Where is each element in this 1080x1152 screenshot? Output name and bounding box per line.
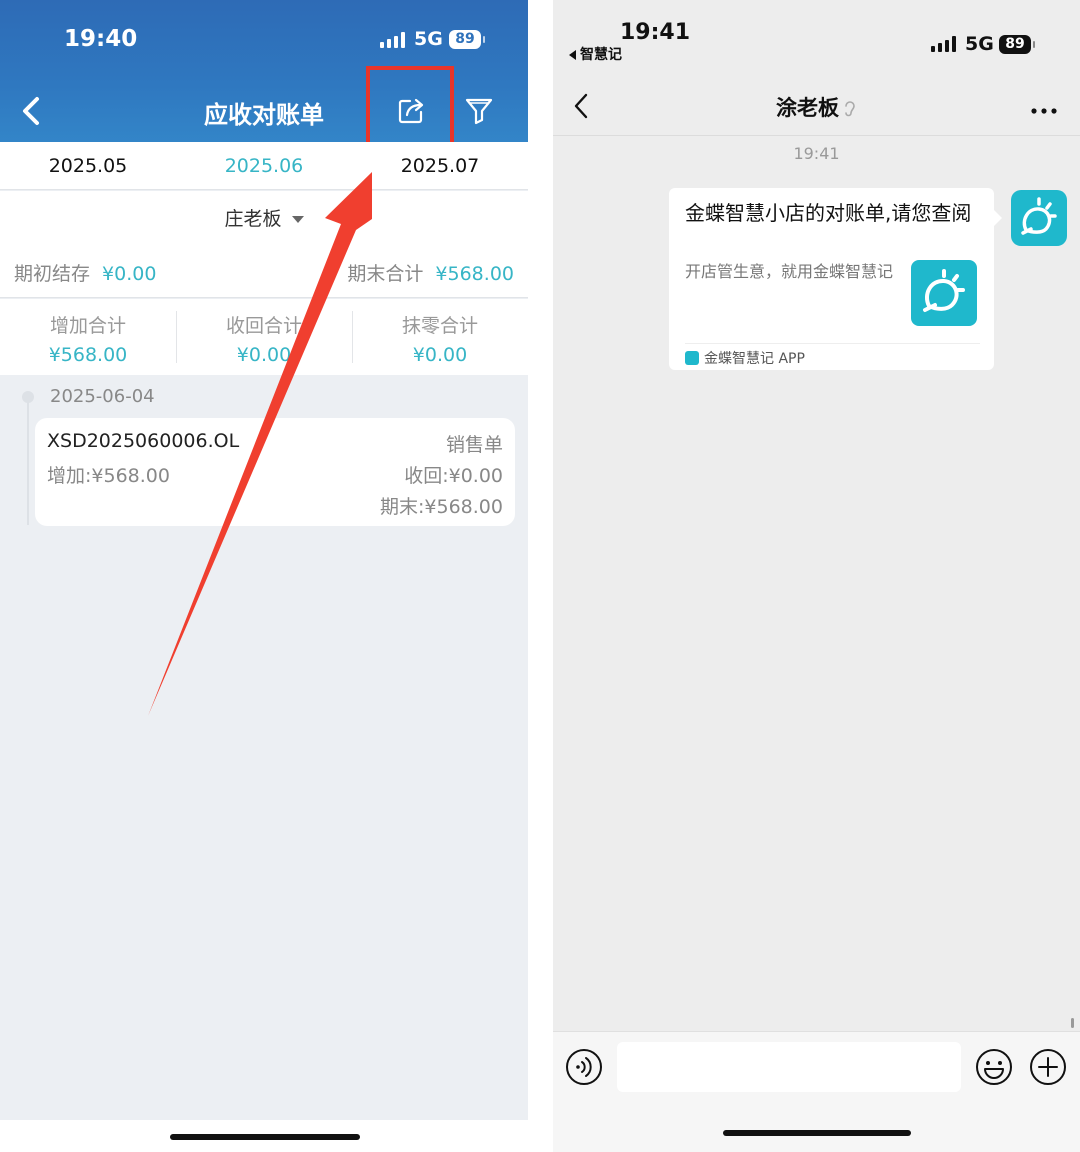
plus-button[interactable] bbox=[1029, 1048, 1067, 1090]
signal-icon bbox=[931, 36, 956, 52]
source-app-icon bbox=[685, 351, 699, 365]
emoji-button[interactable] bbox=[975, 1048, 1013, 1090]
timeline-date: 2025-06-04 bbox=[50, 386, 155, 407]
caret-down-icon bbox=[291, 216, 304, 223]
opening-label: 期初结存 bbox=[14, 263, 91, 285]
status-time: 19:40 bbox=[64, 26, 138, 52]
share-highlight-annotation bbox=[366, 66, 454, 154]
closing-label: 期末合计 bbox=[347, 263, 424, 285]
source-label: 金蝶智慧记 APP bbox=[704, 351, 805, 367]
statement-screen: 19:40 5G 89 应收对账单 2025.05 2025.06 2025.0… bbox=[0, 0, 528, 1152]
summary-label: 收回合计 bbox=[225, 315, 302, 337]
summary-value: ¥0.00 bbox=[412, 344, 468, 366]
scrollbar[interactable] bbox=[1071, 1018, 1074, 1028]
chat-header: 19:41 智慧记 5G 89 涂老板 bbox=[553, 0, 1080, 136]
card-title: 金蝶智慧小店的对账单,请您查阅 bbox=[685, 201, 972, 225]
summary-row: 增加合计 ¥568.00 收回合计 ¥0.00 抹零合计 ¥0.00 bbox=[0, 299, 528, 375]
back-triangle-icon bbox=[569, 50, 576, 60]
record-type: 销售单 bbox=[445, 434, 503, 456]
summary-label: 增加合计 bbox=[49, 315, 126, 337]
tab-month-current[interactable]: 2025.06 bbox=[176, 142, 352, 189]
more-button[interactable] bbox=[1031, 100, 1057, 119]
back-app-label: 智慧记 bbox=[580, 47, 622, 63]
summary-value: ¥568.00 bbox=[48, 344, 128, 366]
summary-rounding: 抹零合计 ¥0.00 bbox=[352, 299, 528, 375]
summary-value: ¥0.00 bbox=[236, 344, 292, 366]
customer-name: 庄老板 bbox=[224, 208, 282, 230]
tab-month-prev[interactable]: 2025.05 bbox=[0, 142, 176, 189]
record-ending: 期末:¥568.00 bbox=[380, 496, 503, 518]
tab-month-next[interactable]: 2025.07 bbox=[352, 142, 528, 189]
filter-icon bbox=[465, 98, 493, 125]
card-divider bbox=[685, 343, 980, 344]
balance-row: 期初结存 ¥0.00 期末合计 ¥568.00 bbox=[0, 247, 528, 298]
network-type: 5G bbox=[414, 28, 443, 50]
timeline-line bbox=[27, 395, 29, 525]
home-indicator[interactable] bbox=[723, 1130, 911, 1136]
shared-link-card[interactable]: 金蝶智慧小店的对账单,请您查阅 开店管生意，就用金蝶智慧记 金蝶智慧记 APP bbox=[669, 188, 1002, 370]
chat-input-bar bbox=[553, 1031, 1080, 1152]
emoji-icon bbox=[976, 1049, 1012, 1085]
record-received: 收回:¥0.00 bbox=[404, 465, 503, 487]
sender-avatar[interactable] bbox=[1011, 190, 1067, 246]
month-tabs: 2025.05 2025.06 2025.07 bbox=[0, 142, 528, 190]
summary-label: 抹零合计 bbox=[401, 315, 478, 337]
plus-icon bbox=[1030, 1049, 1066, 1085]
summary-received: 收回合计 ¥0.00 bbox=[176, 299, 352, 375]
home-indicator[interactable] bbox=[170, 1134, 360, 1140]
mute-icon bbox=[845, 101, 855, 117]
voice-icon bbox=[566, 1049, 602, 1085]
contact-name: 涂老板 bbox=[776, 96, 839, 120]
back-to-app[interactable]: 智慧记 bbox=[569, 44, 622, 64]
home-bar-area bbox=[0, 1120, 528, 1152]
signal-icon bbox=[380, 32, 405, 48]
closing-value: ¥568.00 bbox=[435, 263, 514, 285]
customer-selector[interactable]: 庄老板 bbox=[0, 191, 528, 247]
record-number: XSD2025060006.OL bbox=[47, 430, 240, 452]
voice-button[interactable] bbox=[565, 1048, 603, 1090]
card-source: 金蝶智慧记 APP bbox=[685, 348, 805, 368]
chat-title: 涂老板 bbox=[553, 92, 1080, 122]
battery-level: 89 bbox=[449, 30, 485, 49]
record-card[interactable]: XSD2025060006.OL 销售单 增加:¥568.00 收回:¥0.00… bbox=[35, 418, 515, 526]
summary-increase: 增加合计 ¥568.00 bbox=[0, 299, 176, 375]
message-input[interactable] bbox=[617, 1042, 961, 1092]
timeline-dot bbox=[22, 391, 34, 403]
opening-balance: 期初结存 ¥0.00 bbox=[14, 259, 156, 286]
status-time: 19:41 bbox=[620, 20, 691, 45]
network-type: 5G bbox=[965, 33, 994, 55]
opening-value: ¥0.00 bbox=[102, 263, 157, 285]
card-description: 开店管生意，就用金蝶智慧记 bbox=[685, 262, 894, 281]
battery-level: 89 bbox=[999, 35, 1035, 54]
chat-screen: 19:41 智慧记 5G 89 涂老板 19:41 金蝶智慧小店的对账单,请您查… bbox=[553, 0, 1080, 1152]
closing-total: 期末合计 ¥568.00 bbox=[347, 259, 514, 286]
app-logo-icon bbox=[911, 260, 977, 326]
filter-button[interactable] bbox=[464, 96, 494, 130]
message-time: 19:41 bbox=[793, 144, 840, 163]
record-increase: 增加:¥568.00 bbox=[47, 465, 170, 487]
more-icon bbox=[1031, 108, 1057, 114]
